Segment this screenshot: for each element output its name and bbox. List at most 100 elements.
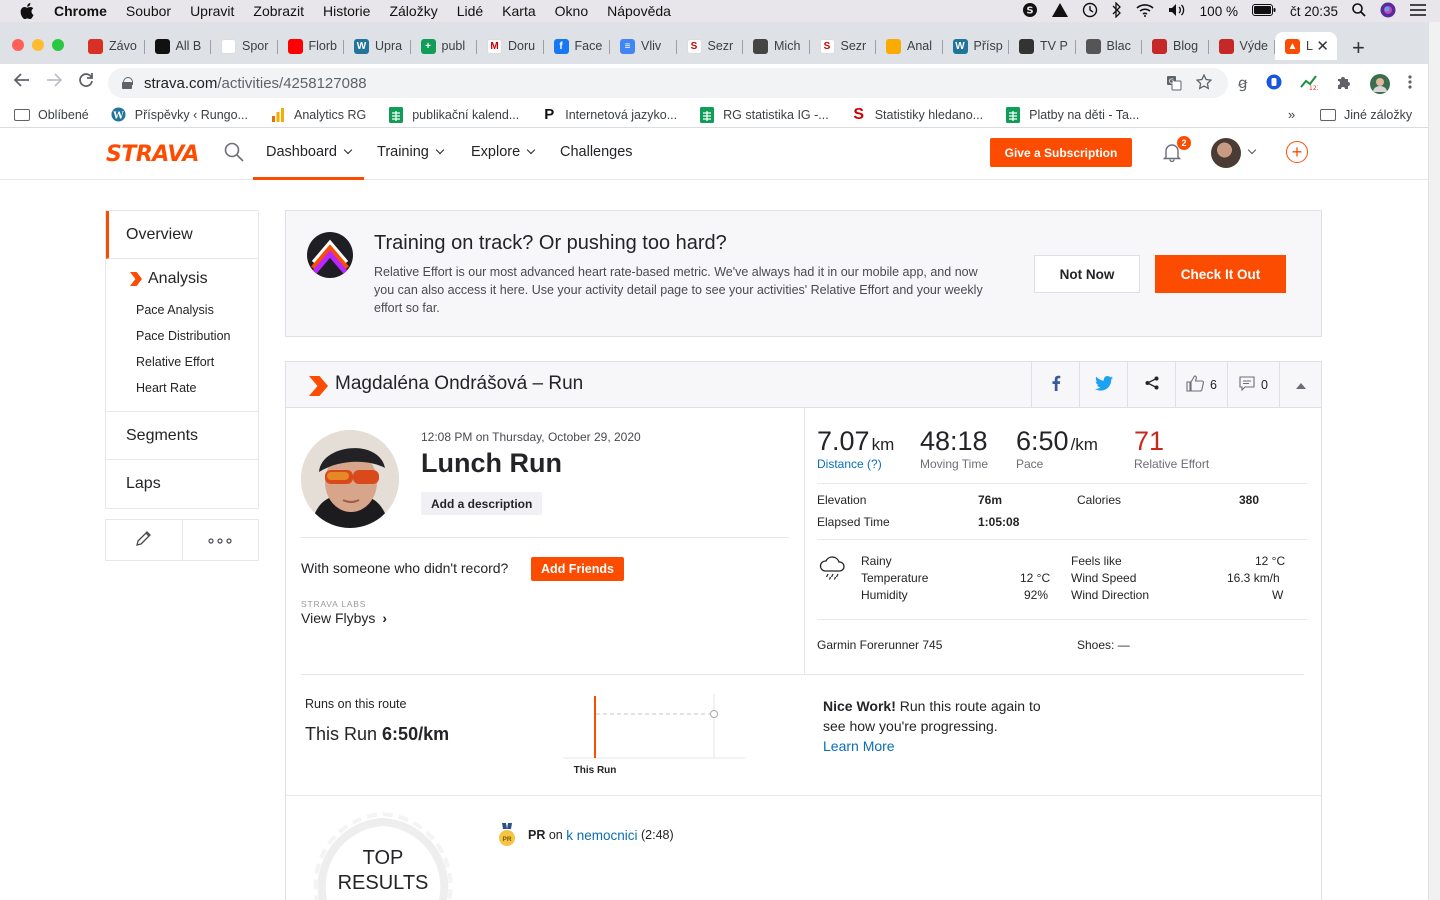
translate-icon[interactable]: G <box>1166 75 1182 96</box>
chevron-down-icon[interactable] <box>1247 145 1257 155</box>
nav-training[interactable]: Training <box>377 144 445 160</box>
bookmarks-more-button[interactable]: » <box>1288 107 1295 122</box>
browser-tab[interactable]: W Upra <box>344 32 411 60</box>
bookmark-folder-jine[interactable]: Jiné záložky <box>1320 108 1412 122</box>
address-bar[interactable]: strava.com/activities/4258127088 G <box>108 68 1228 98</box>
clock[interactable]: čt 20:35 <box>1290 4 1338 19</box>
bookmark-rg-statistika[interactable]: RG statistika IG -... <box>699 106 829 123</box>
browser-tab[interactable]: S Sezr <box>810 32 877 60</box>
browser-tab[interactable]: Blog <box>1142 32 1209 60</box>
nav-challenges[interactable]: Challenges <box>560 144 633 160</box>
close-tab-icon[interactable]: ✕ <box>1316 37 1329 55</box>
profile-avatar-icon[interactable] <box>1369 74 1390 98</box>
browser-tab[interactable]: Výde <box>1209 32 1276 60</box>
add-description-button[interactable]: Add a description <box>421 492 543 515</box>
browser-tab[interactable]: All B <box>145 32 212 60</box>
browser-tab-active[interactable]: ▲ L ✕ <box>1275 32 1337 60</box>
comments-button[interactable]: 0 <box>1227 362 1279 407</box>
bluetooth-icon[interactable] <box>1112 0 1122 21</box>
skype-icon[interactable]: S <box>1022 2 1038 21</box>
strava-logo[interactable]: STRAVA <box>106 142 199 167</box>
sidebar-item-overview[interactable]: Overview <box>106 211 258 259</box>
add-friends-button[interactable]: Add Friends <box>531 557 624 581</box>
sidebar-item-analysis[interactable]: Analysis <box>106 267 258 291</box>
kudos-button[interactable]: 6 <box>1175 362 1227 407</box>
view-flybys-link[interactable]: View Flybys › <box>301 610 387 626</box>
time-machine-icon[interactable] <box>1082 2 1098 21</box>
volume-icon[interactable] <box>1168 3 1186 20</box>
give-subscription-button[interactable]: Give a Subscription <box>990 138 1132 167</box>
sidebar-item-pace-distribution[interactable]: Pace Distribution <box>106 323 258 349</box>
extensions-puzzle-icon[interactable] <box>1336 74 1352 98</box>
zoom-window-button[interactable] <box>52 39 64 51</box>
minimize-window-button[interactable] <box>32 39 44 51</box>
facebook-share-button[interactable] <box>1031 362 1079 407</box>
collapse-button[interactable] <box>1279 362 1321 407</box>
sidebar-item-heart-rate[interactable]: Heart Rate <box>106 375 258 401</box>
bookmark-prispevky[interactable]: W Příspěvky ‹ Rungo... <box>111 107 248 122</box>
spotlight-icon[interactable] <box>1352 2 1366 20</box>
browser-tab[interactable]: Anal <box>876 32 943 60</box>
bookmark-folder-oblibene[interactable]: Oblíbené <box>14 108 89 122</box>
menu-upravit[interactable]: Upravit <box>190 3 234 19</box>
upload-plus-icon[interactable]: + <box>1286 141 1308 163</box>
extension-blue-icon[interactable] <box>1266 74 1282 98</box>
bookmark-statistiky[interactable]: S Statistiky hledano... <box>851 106 983 123</box>
menu-historie[interactable]: Historie <box>323 3 370 19</box>
distance-help-link[interactable]: Distance (?) <box>817 457 894 471</box>
browser-tab[interactable]: Závo <box>78 32 145 60</box>
new-tab-button[interactable]: + <box>1352 35 1365 61</box>
browser-tab[interactable]: W Přísp <box>943 32 1010 60</box>
sidebar-item-pace-analysis[interactable]: Pace Analysis <box>106 297 258 323</box>
browser-tab[interactable]: S Sezr <box>677 32 744 60</box>
not-now-button[interactable]: Not Now <box>1034 255 1140 293</box>
search-icon[interactable] <box>224 142 244 162</box>
browser-tab[interactable]: Blac <box>1076 32 1143 60</box>
page-scrollbar[interactable] <box>1428 22 1440 900</box>
battery-icon[interactable] <box>1251 3 1276 19</box>
nav-explore[interactable]: Explore <box>471 144 536 160</box>
menu-lide[interactable]: Lidé <box>457 3 483 19</box>
segment-link[interactable]: k nemocnici <box>566 828 637 843</box>
sidebar-item-relative-effort[interactable]: Relative Effort <box>106 349 258 375</box>
browser-tab[interactable]: Mich <box>743 32 810 60</box>
browser-tab[interactable]: ≡ Vliv <box>610 32 677 60</box>
nav-dashboard[interactable]: Dashboard <box>266 144 353 160</box>
browser-tab[interactable]: Spor <box>211 32 278 60</box>
edit-button[interactable] <box>106 520 183 560</box>
reload-icon[interactable] <box>78 72 94 93</box>
back-icon[interactable] <box>13 72 30 93</box>
bookmark-analytics[interactable]: Analytics RG <box>270 107 366 122</box>
lock-icon[interactable] <box>122 77 133 89</box>
control-center-icon[interactable] <box>1410 3 1426 19</box>
menu-zalozky[interactable]: Záložky <box>389 3 437 19</box>
twitter-share-button[interactable] <box>1079 362 1127 407</box>
menu-napoveda[interactable]: Nápověda <box>607 3 671 19</box>
drive-icon[interactable] <box>1051 2 1068 20</box>
bookmark-publikacni[interactable]: publikační kalend... <box>388 106 519 123</box>
bookmark-platby[interactable]: Platby na děti - Ta... <box>1005 106 1139 123</box>
avatar[interactable] <box>1211 138 1241 168</box>
siri-icon[interactable] <box>1380 2 1396 21</box>
athlete-photo[interactable] <box>301 430 399 528</box>
forward-icon[interactable] <box>46 72 63 93</box>
wifi-icon[interactable] <box>1136 3 1154 20</box>
sidebar-item-segments[interactable]: Segments <box>106 412 258 460</box>
close-window-button[interactable] <box>12 39 24 51</box>
sidebar-item-laps[interactable]: Laps <box>106 460 258 508</box>
bookmark-star-icon[interactable] <box>1195 73 1213 95</box>
share-button[interactable] <box>1127 362 1175 407</box>
menu-zobrazit[interactable]: Zobrazit <box>253 3 304 19</box>
menu-app-name[interactable]: Chrome <box>54 3 107 19</box>
browser-tab[interactable]: M Doru <box>477 32 544 60</box>
chrome-menu-icon[interactable] <box>1407 74 1412 98</box>
browser-tab[interactable]: f Face <box>544 32 611 60</box>
extension-chart-icon[interactable]: 123 <box>1299 74 1320 98</box>
url-text[interactable]: strava.com/activities/4258127088 <box>144 75 367 92</box>
check-it-out-button[interactable]: Check It Out <box>1155 255 1286 293</box>
menu-okno[interactable]: Okno <box>555 3 588 19</box>
browser-tab[interactable]: TV P <box>1009 32 1076 60</box>
more-actions-button[interactable] <box>183 520 259 560</box>
apple-icon[interactable] <box>20 3 36 20</box>
menu-soubor[interactable]: Soubor <box>126 3 171 19</box>
